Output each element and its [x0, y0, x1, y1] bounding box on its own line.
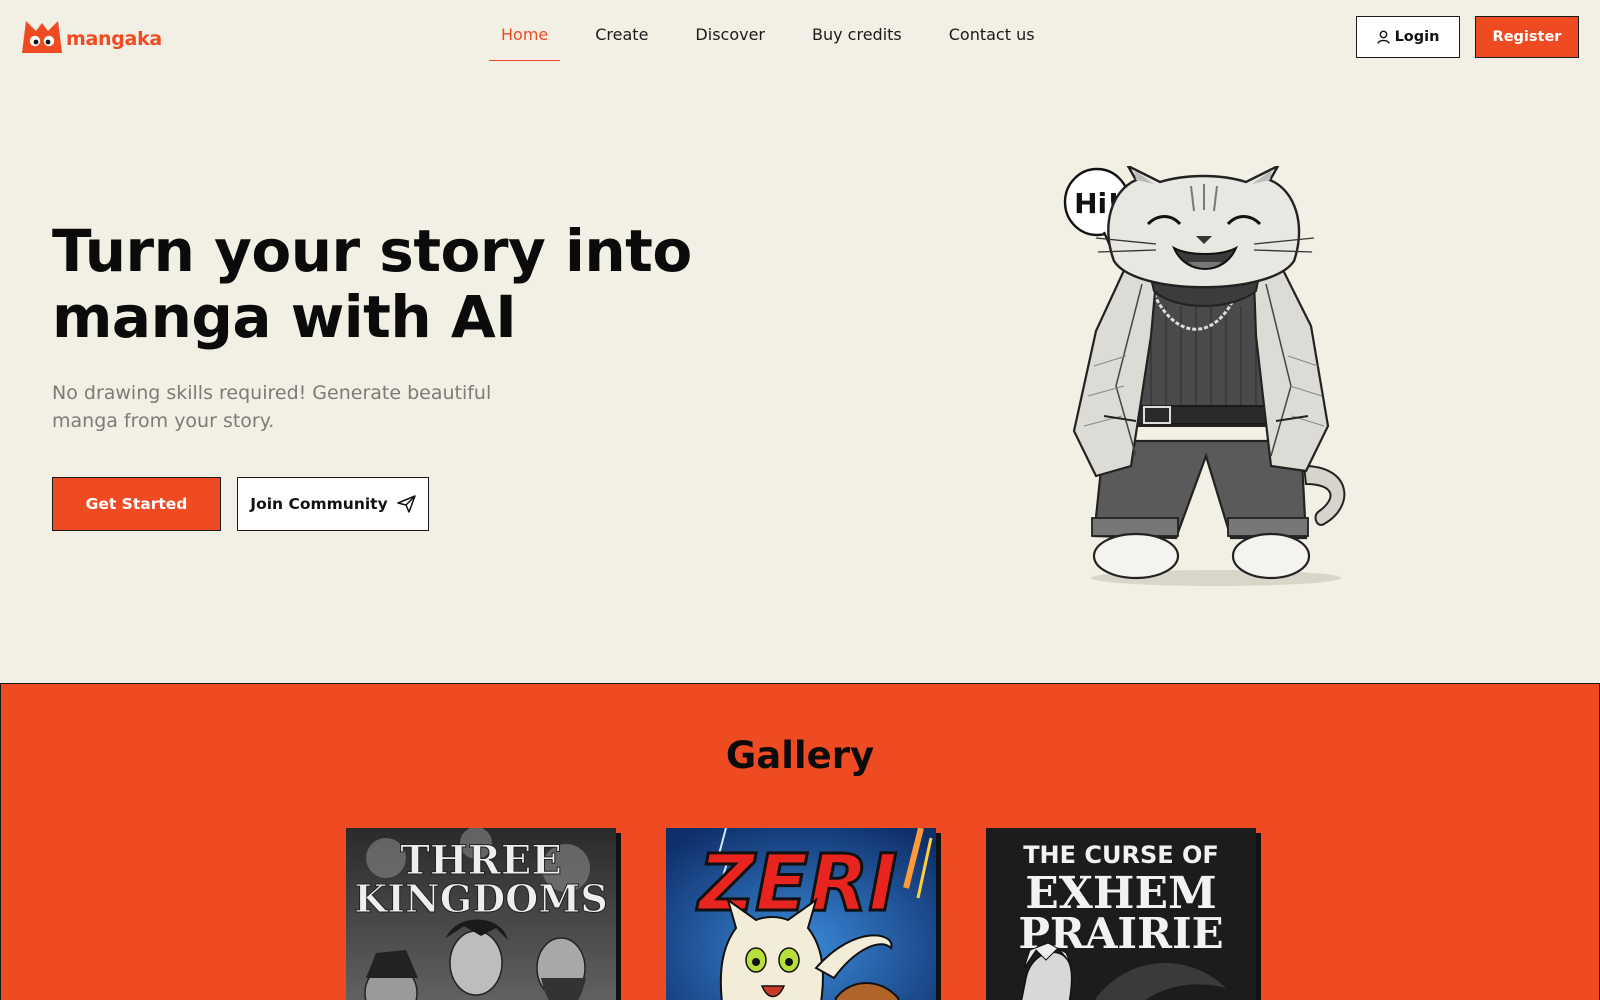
join-community-label: Join Community — [250, 495, 388, 513]
get-started-label: Get Started — [85, 495, 188, 513]
nav-item-discover[interactable]: Discover — [683, 0, 777, 61]
gallery-section: Gallery THREE KINGDOMS ZERI THE CURSE OF… — [0, 683, 1600, 1000]
register-button[interactable]: Register — [1475, 16, 1579, 58]
brand-logo[interactable]: mangaka — [20, 16, 162, 56]
get-started-button[interactable]: Get Started — [52, 477, 221, 531]
three-kingdoms-cover-image: THREE KINGDOMS — [346, 828, 616, 1000]
zeri-cover-image: ZERI — [666, 828, 936, 1000]
login-label: Login — [1394, 29, 1440, 45]
paper-plane-icon — [396, 495, 416, 513]
join-community-button[interactable]: Join Community — [237, 477, 429, 531]
curse-of-exhem-prairie-cover-image: THE CURSE OF EXHEM PRAIRIE — [986, 828, 1256, 1000]
cat-mascot-illustration: Hi! — [1063, 166, 1346, 586]
login-button[interactable]: Login — [1356, 16, 1460, 58]
hero-title: Turn your story into manga with AI — [52, 218, 752, 350]
cat-ears-logo-icon — [22, 21, 62, 53]
nav-item-contact-us[interactable]: Contact us — [937, 0, 1047, 61]
cover-title-line2: KINGDOMS — [354, 876, 608, 921]
nav-item-buy-credits[interactable]: Buy credits — [800, 0, 914, 61]
gallery-title: Gallery — [725, 734, 875, 777]
site-header: mangaka Home Create Discover Buy credits… — [0, 0, 1600, 70]
main-nav: Home Create Discover Buy credits Contact… — [489, 0, 1070, 62]
brand-name: mangaka — [66, 28, 162, 50]
hero-subtitle: No drawing skills required! Generate bea… — [52, 379, 542, 435]
gallery-card-three-kingdoms[interactable]: THREE KINGDOMS — [346, 828, 616, 1000]
user-icon — [1376, 30, 1390, 44]
hero-title-line2: manga with AI — [52, 283, 517, 351]
register-label: Register — [1492, 29, 1562, 45]
gallery-card-zeri[interactable]: ZERI — [666, 828, 936, 1000]
hero-title-line1: Turn your story into — [52, 217, 692, 285]
hero-subtitle-line2: manga from your story. — [52, 410, 275, 432]
hero-subtitle-line1: No drawing skills required! Generate bea… — [52, 382, 492, 404]
cover-title-line1: THE CURSE OF — [1023, 841, 1219, 869]
gallery-card-curse-of-exhem-prairie[interactable]: THE CURSE OF EXHEM PRAIRIE — [986, 828, 1256, 1000]
nav-item-home[interactable]: Home — [489, 0, 561, 61]
nav-item-create[interactable]: Create — [583, 0, 660, 61]
